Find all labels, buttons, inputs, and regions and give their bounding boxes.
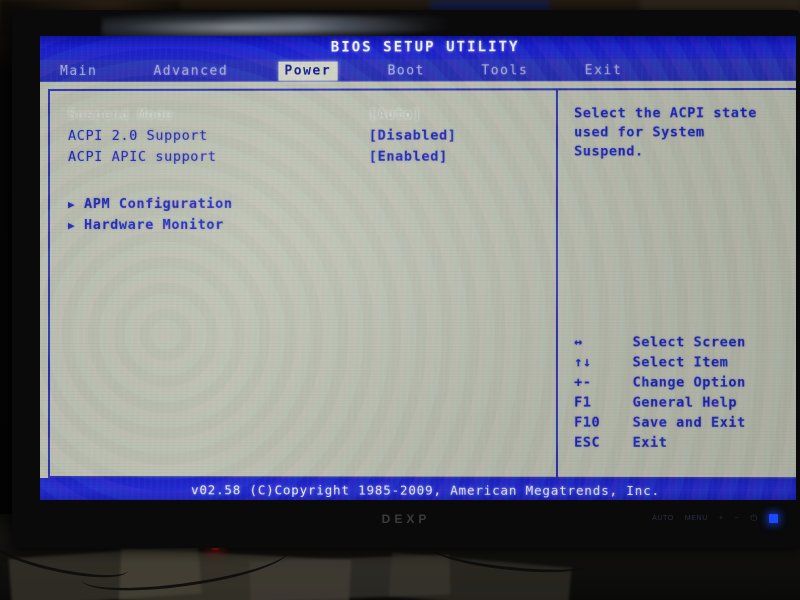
key-legend-row-select-item: ↑↓ Select Item [574,352,796,372]
key-legend-description: Save and Exit [632,414,746,431]
setting-value[interactable]: [Enabled] [369,147,448,168]
key-legend-row-exit: ESC Exit [574,433,796,453]
key-legend-row-general-help: F1 General Help [574,392,796,412]
key-legend-description: Select Item [632,354,729,371]
setting-label: ACPI APIC support [68,148,217,165]
triangle-right-icon: ▶ [68,218,76,232]
tab-boot[interactable]: Boot [381,61,431,80]
key-legend-row-change-option: +- Change Option [574,372,796,392]
copyright-footer: v02.58 (C)Copyright 1985-2009, American … [40,478,796,500]
key-label-esc: ESC [574,434,601,451]
submenu-apm-configuration[interactable]: ▶ APM Configuration [68,194,556,215]
osd-auto-button[interactable]: AUTO [652,515,674,522]
key-legend-description: Exit [632,434,668,451]
key-label-f1: F1 [574,394,592,411]
menu-bar[interactable]: Main Advanced Power Boot Tools Exit [40,58,796,82]
triangle-right-icon: ▶ [68,197,76,211]
key-label-f10: F10 [574,414,601,431]
key-legend-description: General Help [632,394,738,411]
setting-row-acpi-apic-support[interactable]: ACPI APIC support [Enabled] [68,147,556,168]
tab-main[interactable]: Main [54,61,103,80]
monitor-bezel: BIOS SETUP UTILITY Main Advanced Power B… [12,10,800,548]
key-legend-row-save-and-exit: F10 Save and Exit [574,413,796,433]
osd-plus-button[interactable]: + [719,515,724,522]
settings-panel: Suspend Mode [Auto] ACPI 2.0 Support [Di… [48,88,556,479]
bezel-reflection [212,16,512,32]
key-legend-row-select-screen: ↔ Select Screen [574,332,796,352]
submenu-group: ▶ APM Configuration ▶ Hardware Monitor [68,194,556,236]
key-legend-description: Select Screen [632,334,746,351]
plus-minus-icon: +- [574,374,592,391]
setting-row-suspend-mode[interactable]: Suspend Mode [Auto] [68,104,556,126]
setting-value[interactable]: [Auto] [369,105,422,126]
monitor-osd-controls[interactable]: AUTO MENU + − ⏻ [652,513,778,524]
monitor-screen: BIOS SETUP UTILITY Main Advanced Power B… [40,36,796,500]
submenu-label: Hardware Monitor [84,216,224,233]
help-panel: Select the ACPI state used for System Su… [555,87,796,480]
page-title: BIOS SETUP UTILITY [40,36,796,60]
osd-menu-button[interactable]: MENU [685,515,708,522]
key-legend: ↔ Select Screen ↑↓ Select Item +- Change… [574,332,796,453]
photograph-of-monitor: BIOS SETUP UTILITY Main Advanced Power B… [0,0,800,600]
power-button-icon[interactable]: ⏻ [750,513,758,524]
help-text: Select the ACPI state used for System Su… [574,105,757,160]
tab-advanced[interactable]: Advanced [147,61,234,80]
setting-row-acpi-2-0-support[interactable]: ACPI 2.0 Support [Disabled] [68,125,556,147]
power-led-indicator [769,514,778,523]
tab-power[interactable]: Power [278,61,338,81]
tab-exit[interactable]: Exit [579,61,629,80]
bios-setup-utility-screen: BIOS SETUP UTILITY Main Advanced Power B… [40,36,796,500]
up-down-arrow-icon: ↑↓ [574,354,592,371]
setting-label: Suspend Mode [68,106,173,123]
tab-tools[interactable]: Tools [475,61,534,80]
setting-value[interactable]: [Disabled] [369,126,457,147]
submenu-hardware-monitor[interactable]: ▶ Hardware Monitor [68,215,556,236]
submenu-label: APM Configuration [84,195,233,212]
osd-minus-button[interactable]: − [735,515,740,522]
left-right-arrow-icon: ↔ [574,334,583,351]
setting-label: ACPI 2.0 Support [68,127,208,144]
bios-body: Suspend Mode [Auto] ACPI 2.0 Support [Di… [40,81,796,480]
key-legend-description: Change Option [632,374,746,391]
